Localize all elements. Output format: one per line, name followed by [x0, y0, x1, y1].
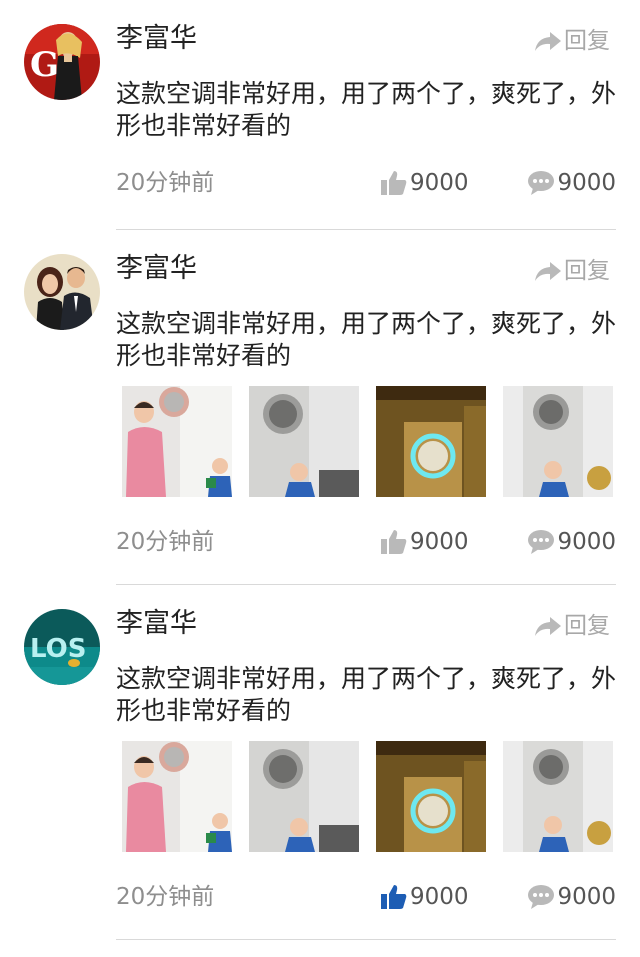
photo-thumbnail[interactable] — [503, 386, 613, 497]
speech-bubble-icon — [528, 171, 555, 195]
speech-bubble-icon — [528, 530, 555, 554]
speech-bubble-icon — [528, 885, 555, 909]
reply-button[interactable]: 回复 — [534, 26, 610, 56]
comment-item: GI 李富华 回复 这款空调非常好用，用了两个了，爽死了，外形也非常好看的 20… — [0, 0, 640, 230]
reply-label: 回复 — [564, 258, 610, 284]
comment-count: 9000 — [557, 170, 616, 196]
timestamp: 20分钟前 — [116, 884, 215, 910]
thumbs-up-icon — [381, 885, 407, 909]
divider — [116, 939, 616, 940]
reply-label: 回复 — [564, 613, 610, 639]
comment-text: 这款空调非常好用，用了两个了，爽死了，外形也非常好看的 — [116, 79, 617, 140]
reply-button[interactable]: 回复 — [534, 611, 610, 641]
author-name: 李富华 — [116, 608, 197, 639]
photo-thumbnail[interactable] — [122, 741, 232, 852]
comment-count: 9000 — [557, 529, 616, 555]
avatar[interactable]: GI — [24, 24, 100, 100]
reply-arrow-icon — [535, 262, 561, 281]
reply-arrow-icon — [535, 32, 561, 51]
reply-label: 回复 — [564, 28, 610, 54]
photo-thumbnail[interactable] — [122, 386, 232, 497]
photo-grid — [122, 741, 614, 852]
author-name: 李富华 — [116, 253, 197, 284]
photo-grid — [122, 386, 614, 497]
like-count: 9000 — [410, 170, 469, 196]
comment-count: 9000 — [557, 884, 616, 910]
timestamp: 20分钟前 — [116, 529, 215, 555]
thumbs-up-icon — [381, 171, 407, 195]
photo-thumbnail[interactable] — [249, 741, 359, 852]
author-name: 李富华 — [116, 23, 197, 54]
timestamp: 20分钟前 — [116, 170, 215, 196]
reply-arrow-icon — [535, 617, 561, 636]
comment-item: 李富华 回复 这款空调非常好用，用了两个了，爽死了，外形也非常好看的 20分钟前… — [0, 230, 640, 585]
like-button[interactable]: 9000 — [380, 527, 469, 557]
like-button[interactable]: 9000 — [380, 168, 469, 198]
reply-button[interactable]: 回复 — [534, 256, 610, 286]
svg-text:LOS: LOS — [30, 634, 86, 664]
thumbs-up-icon — [381, 530, 407, 554]
avatar[interactable] — [24, 254, 100, 330]
photo-thumbnail[interactable] — [249, 386, 359, 497]
photo-thumbnail[interactable] — [376, 386, 486, 497]
photo-thumbnail[interactable] — [503, 741, 613, 852]
comment-button[interactable]: 9000 — [527, 168, 616, 198]
photo-thumbnail[interactable] — [376, 741, 486, 852]
comment-text: 这款空调非常好用，用了两个了，爽死了，外形也非常好看的 — [116, 309, 617, 370]
comment-button[interactable]: 9000 — [527, 882, 616, 912]
like-count: 9000 — [410, 529, 469, 555]
avatar[interactable]: LOS — [24, 609, 100, 685]
comment-button[interactable]: 9000 — [527, 527, 616, 557]
comment-item: LOS 李富华 回复 这款空调非常好用，用了两个了，爽死了，外形也非常好看的 2… — [0, 585, 640, 940]
like-button[interactable]: 9000 — [380, 882, 469, 912]
comment-text: 这款空调非常好用，用了两个了，爽死了，外形也非常好看的 — [116, 664, 617, 725]
like-count: 9000 — [410, 884, 469, 910]
